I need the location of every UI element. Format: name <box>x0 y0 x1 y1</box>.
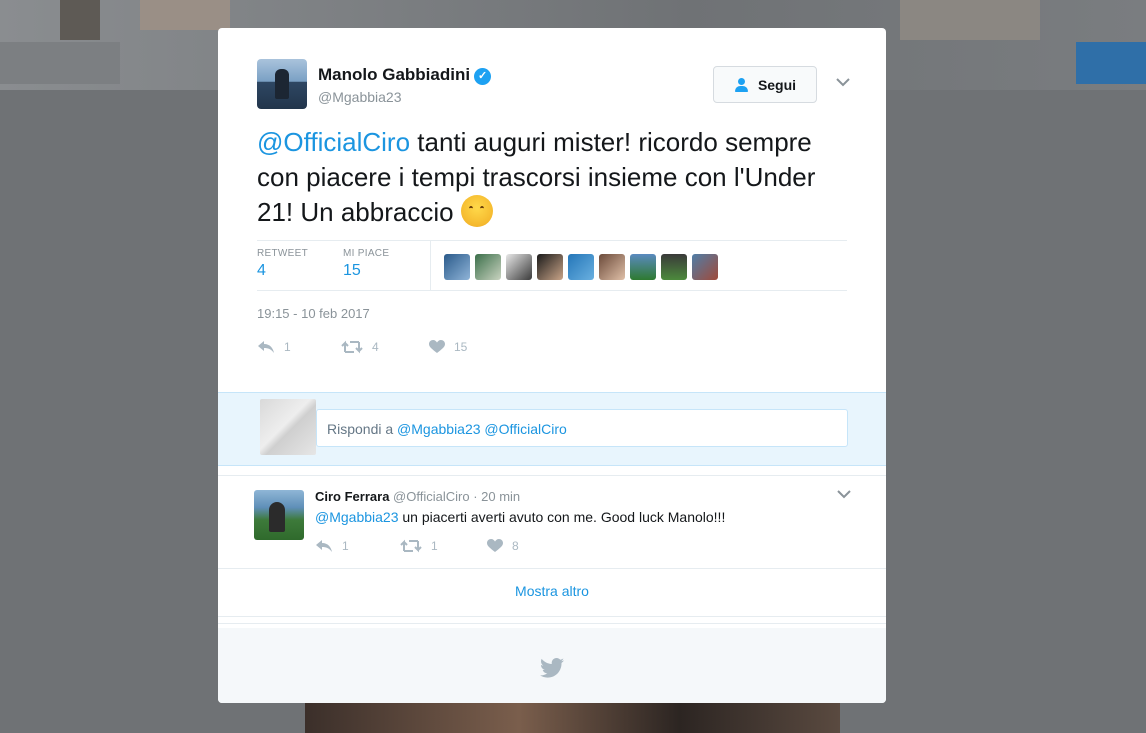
like-stat[interactable]: MI PIACE 15 <box>343 248 389 280</box>
liker-avatar[interactable] <box>630 254 656 280</box>
liker-avatar[interactable] <box>506 254 532 280</box>
liker-avatars <box>444 254 718 280</box>
follow-button[interactable]: Segui <box>713 66 817 103</box>
follow-label: Segui <box>757 76 797 93</box>
divider <box>218 475 886 476</box>
heart-icon <box>429 340 445 353</box>
reply-button[interactable]: 1 <box>315 539 349 553</box>
liker-avatar[interactable] <box>475 254 501 280</box>
reply-button[interactable]: 1 <box>257 340 291 354</box>
retweet-stat-value: 4 <box>257 262 266 279</box>
tweet-text: @OfficialCiro tanti auguri mister! ricor… <box>257 125 857 230</box>
reply-count: 1 <box>284 340 291 354</box>
liker-avatar[interactable] <box>692 254 718 280</box>
reply-icon <box>316 540 332 552</box>
retweet-stat[interactable]: RETWEET 4 <box>257 248 308 280</box>
retweet-count: 4 <box>372 340 379 354</box>
divider <box>218 616 886 617</box>
reply-author-handle[interactable]: @OfficialCiro <box>393 489 470 504</box>
reply-icon <box>258 341 274 353</box>
retweet-stat-label: RETWEET <box>257 248 308 259</box>
retweet-count: 1 <box>431 539 438 553</box>
liker-avatar[interactable] <box>444 254 470 280</box>
twitter-bird-icon[interactable] <box>540 658 564 678</box>
tweet-timestamp[interactable]: 19:15 - 10 feb 2017 <box>257 306 370 321</box>
reply-author-name[interactable]: Ciro Ferrara <box>315 489 389 504</box>
blurred-background-block <box>1076 42 1146 84</box>
divider <box>218 623 886 624</box>
reply-input-mentions: @Mgabbia23 @OfficialCiro <box>397 421 567 437</box>
show-more-link[interactable]: Mostra altro <box>218 583 886 599</box>
mention-link[interactable]: @Mgabbia23 <box>315 509 399 525</box>
reply-body: un piacerti averti avuto con me. Good lu… <box>398 509 726 525</box>
tweet-modal: Manolo Gabbiadini ✓ @Mgabbia23 Segui @Off… <box>218 28 886 703</box>
like-count: 15 <box>454 340 468 354</box>
avatar <box>260 399 316 455</box>
liker-avatar[interactable] <box>599 254 625 280</box>
like-button[interactable]: 15 <box>429 340 467 354</box>
avatar[interactable] <box>257 59 307 109</box>
author-name-text[interactable]: Manolo Gabbiadini <box>318 65 470 84</box>
blurred-background-block <box>900 0 1040 40</box>
blurred-background-block <box>140 0 230 30</box>
author-handle[interactable]: @Mgabbia23 <box>318 89 402 105</box>
blurred-background-block <box>0 42 120 84</box>
hugging-face-emoji-icon <box>460 195 493 227</box>
divider <box>430 240 431 290</box>
liker-avatar[interactable] <box>661 254 687 280</box>
verified-badge-icon: ✓ <box>474 68 492 85</box>
like-stat-value: 15 <box>343 262 361 279</box>
heart-icon <box>487 539 503 552</box>
author-name[interactable]: Manolo Gabbiadini ✓ <box>318 65 492 85</box>
background-photo <box>305 703 840 733</box>
blurred-background-block <box>60 0 100 40</box>
modal-footer <box>218 628 886 703</box>
liker-avatar[interactable] <box>537 254 563 280</box>
chevron-down-icon[interactable] <box>837 490 851 499</box>
retweet-icon <box>400 539 422 553</box>
avatar[interactable] <box>254 490 304 540</box>
divider <box>218 568 886 569</box>
retweet-icon <box>341 340 363 354</box>
divider <box>257 290 847 291</box>
reply-input[interactable]: Rispondi a @Mgabbia23 @OfficialCiro <box>316 409 848 447</box>
divider <box>257 240 847 241</box>
reply-bar: Rispondi a @Mgabbia23 @OfficialCiro <box>218 392 886 466</box>
like-button[interactable]: 8 <box>487 539 519 553</box>
reply-text: @Mgabbia23 un piacerti averti avuto con … <box>315 509 725 525</box>
reply-count: 1 <box>342 539 349 553</box>
liker-avatar[interactable] <box>568 254 594 280</box>
mention-link[interactable]: @OfficialCiro <box>257 127 410 157</box>
reply-tweet[interactable]: Ciro Ferrara @OfficialCiro · 20 min @Mga… <box>254 488 854 568</box>
chevron-down-icon[interactable] <box>836 78 850 87</box>
retweet-button[interactable]: 4 <box>341 340 379 354</box>
reply-time[interactable]: · 20 min <box>473 489 520 504</box>
like-stat-label: MI PIACE <box>343 248 390 259</box>
retweet-button[interactable]: 1 <box>400 539 438 553</box>
like-count: 8 <box>512 539 519 553</box>
reply-input-prefix: Rispondi a <box>327 421 398 437</box>
reply-author[interactable]: Ciro Ferrara @OfficialCiro · 20 min <box>315 489 520 504</box>
follow-user-icon <box>734 77 752 92</box>
